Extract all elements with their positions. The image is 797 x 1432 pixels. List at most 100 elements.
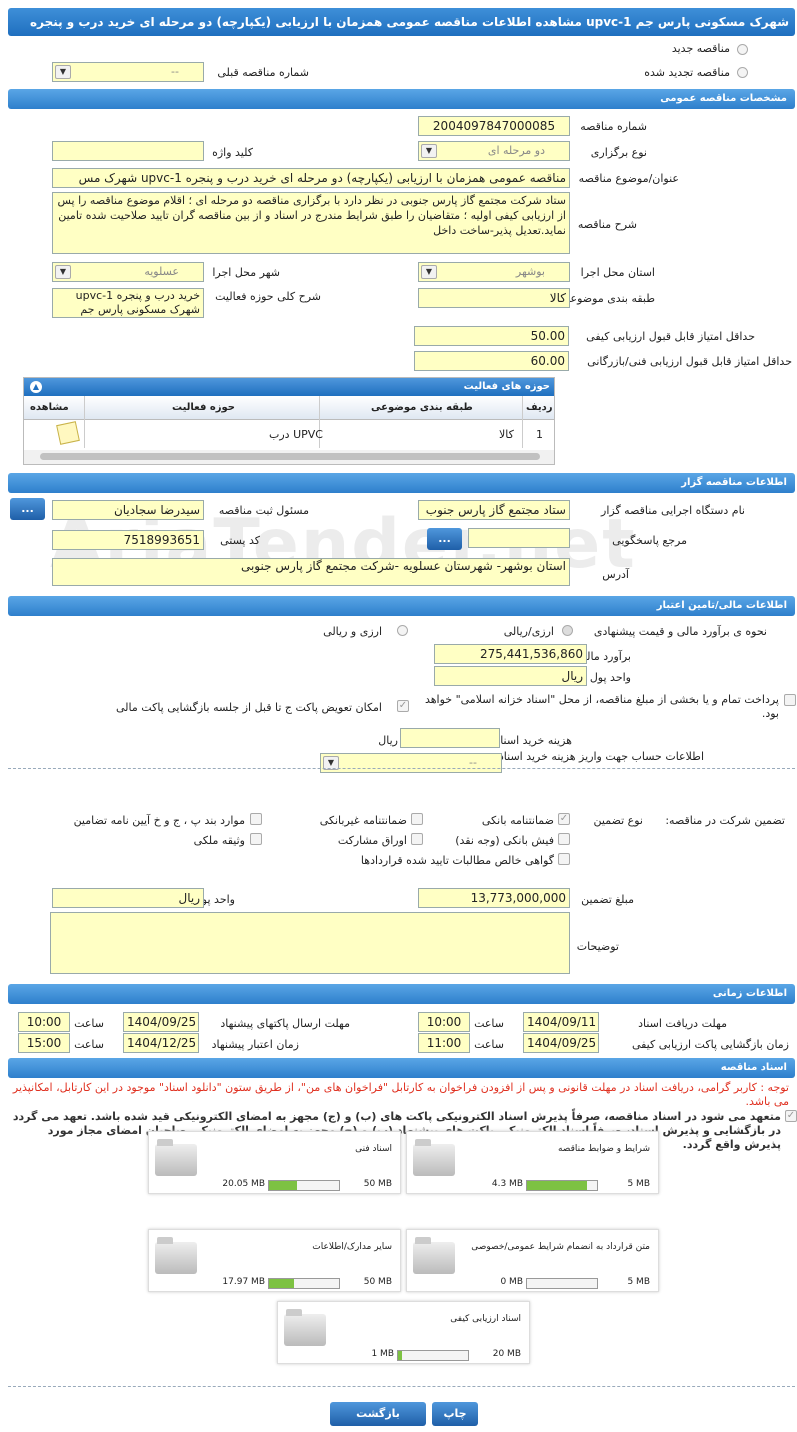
table-scrollbar[interactable] [24,450,554,464]
page-title: مشاهده اطلاعات مناقصه عمومی همزمان با ار… [8,8,795,36]
progress-bar [526,1278,598,1289]
category-field: کالا [418,288,570,308]
collapse-icon[interactable]: ▲ [30,381,42,393]
table-row: 1 کالا درب UPVC [24,420,554,448]
progress-bar [397,1350,469,1361]
currency-and-rial-radio[interactable] [397,625,408,636]
regulation-items-label: موارد بند پ ، ج و خ آیین نامه تضامین [73,814,245,827]
swap-envelope-label: امکان تعویض پاکت ج تا قبل از جلسه بازگشا… [116,701,382,714]
address-label: آدرس [602,568,629,581]
scope-label: شرح کلی حوزه فعالیت [215,290,321,303]
back-button[interactable]: بازگشت [330,1402,426,1426]
organizer-section-header: اطلاعات مناقصه گزار [8,473,795,493]
regulation-items-checkbox[interactable] [250,813,262,825]
province-label: استان محل اجرا [580,266,655,279]
print-button[interactable]: چاپ [432,1402,478,1426]
activity-table-header: حوزه های فعالیت [24,378,554,396]
folder-icon [284,1309,326,1346]
account-select[interactable]: -- ▼ [320,753,502,773]
prev-tender-label: شماره مناقصه قبلی [217,66,309,79]
min-quality-field: 50.00 [414,326,569,346]
validity-label: زمان اعتبار پیشنهاد [211,1038,299,1051]
responsible-lookup-button[interactable]: ... [10,498,45,520]
islamic-treasury-label: پرداخت تمام و یا بخشی از مبلغ مناقصه، از… [424,693,779,720]
send-deadline-time: 10:00 [18,1012,70,1032]
scope-field: خرید درب و پنجره upvc-1 شهرک مسکونی پارس… [52,288,204,318]
guarantee-label: تضمین شرکت در مناقصه: [665,814,785,827]
province-select[interactable]: بوشهر ▼ [418,262,570,282]
chevron-down-icon: ▼ [421,265,437,279]
currency-rial-radio[interactable] [562,625,573,636]
docs-warning: توجه : کاربر گرامی، دریافت اسناد در مهلت… [12,1081,789,1108]
hour-label: ساعت [74,1038,104,1051]
hour-label: ساعت [74,1017,104,1030]
view-document-icon[interactable] [56,421,80,445]
tender-number-field: 2004097847000085 [418,116,570,136]
col-field: حوزه فعالیت [172,402,235,413]
tender-type-label: نوع برگزاری [590,146,647,159]
address-field: استان بوشهر- شهرستان عسلویه -شرکت مجتمع … [52,558,570,586]
postal-code-field: 7518993651 [52,530,204,550]
commit-checkbox[interactable]: ✓ [785,1110,797,1122]
file-card[interactable]: متن قرارداد به انضمام شرایط عمومی/خصوصی … [406,1229,659,1292]
subject-field: مناقصه عمومی همزمان با ارزیابی (یکپارچه)… [52,168,570,188]
general-section-header: مشخصات مناقصه عمومی [8,89,795,109]
currency-field: ریال [434,666,587,686]
swap-envelope-checkbox[interactable]: ✓ [397,700,409,712]
folder-icon [413,1139,455,1176]
keyword-field[interactable] [52,141,204,161]
description-field: ستاد شرکت مجتمع گاز پارس جنوبی در نظر دا… [52,192,570,254]
doc-receive-date: 1404/09/11 [523,1012,599,1032]
file-card[interactable]: اسناد ارزیابی کیفی 1 MB 20 MB [277,1301,530,1364]
nonbank-guarantee-checkbox[interactable] [411,813,423,825]
file-card[interactable]: اسناد فنی 20.05 MB 50 MB [148,1131,401,1194]
min-quality-label: حداقل امتیاز قابل قبول ارزیابی کیفی [586,330,755,343]
bank-guarantee-label: ضمانتنامه بانکی [481,814,554,827]
nonbank-guarantee-label: ضمانتنامه غیربانکی [319,814,407,827]
currency-rial-label: ارزی/ریالی [503,625,554,638]
hour-label: ساعت [474,1017,504,1030]
renewed-tender-label: مناقصه تجدید شده [644,66,730,79]
doc-receive-time: 10:00 [418,1012,470,1032]
bank-receipt-label: فیش بانکی (وجه نقد) [455,834,554,847]
property-collateral-checkbox[interactable] [250,833,262,845]
file-card[interactable]: شرایط و ضوابط مناقصه 4.3 MB 5 MB [406,1131,659,1194]
file-card[interactable]: سایر مدارک/اطلاعات 17.97 MB 50 MB [148,1229,401,1292]
hour-label: ساعت [474,1038,504,1051]
bank-guarantee-checkbox[interactable]: ✓ [558,813,570,825]
city-select[interactable]: عسلویه ▼ [52,262,204,282]
progress-bar [526,1180,598,1191]
category-label: طبقه بندی موضوعی [561,292,655,305]
organizer-field: ستاد مجتمع گاز پارس جنوب [418,500,570,520]
reference-lookup-button[interactable]: ... [427,528,462,550]
progress-bar [268,1180,340,1191]
docs-section-header: اسناد مناقصه [8,1058,795,1078]
guarantee-currency-field: ریال [52,888,204,908]
folder-icon [413,1237,455,1274]
open-quality-label: زمان بازگشایی پاکت ارزیابی کیفی [631,1038,789,1051]
prev-tender-select[interactable]: -- ▼ [52,62,204,82]
validity-time: 15:00 [18,1033,70,1053]
finance-section-header: اطلاعات مالی/تامین اعتبار [8,596,795,616]
doc-cost-unit: ریال [378,734,398,747]
reference-field[interactable] [468,528,570,548]
renewed-tender-radio[interactable] [737,67,748,78]
chevron-down-icon: ▼ [55,65,71,79]
tender-type-select[interactable]: دو مرحله ای ▼ [418,141,570,161]
estimate-field: 275,441,536,860 [434,644,587,664]
doc-cost-label: هزینه خرید اسناد [495,734,572,747]
participation-bonds-label: اوراق مشارکت [337,834,407,847]
participation-bonds-checkbox[interactable] [411,833,423,845]
time-section-header: اطلاعات زمانی [8,984,795,1004]
city-label: شهر محل اجرا [212,266,280,279]
min-tech-label: حداقل امتیاز قابل قبول ارزیابی فنی/بازرگ… [587,355,792,368]
islamic-treasury-checkbox[interactable] [784,694,796,706]
net-claims-checkbox[interactable] [558,853,570,865]
chevron-down-icon: ▼ [421,144,437,158]
folder-icon [155,1237,197,1274]
new-tender-radio[interactable] [737,44,748,55]
estimate-method-label: نحوه ی برآورد مالی و قیمت پیشنهادی [593,625,767,638]
property-collateral-label: وثیقه ملکی [193,834,245,847]
responsible-label: مسئول ثبت مناقصه [218,504,309,517]
bank-receipt-checkbox[interactable] [558,833,570,845]
